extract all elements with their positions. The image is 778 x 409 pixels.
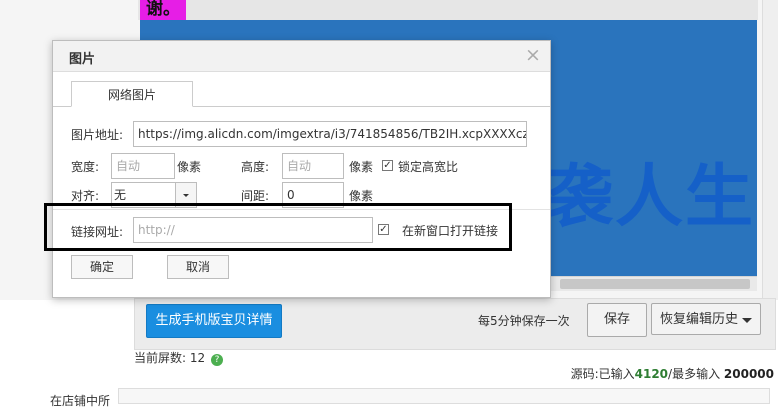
source-max-count: 200000 xyxy=(723,367,774,381)
close-icon[interactable]: × xyxy=(525,44,541,66)
screen-count-text: 当前屏数: 12 xyxy=(134,351,206,365)
align-label: 对齐: xyxy=(71,189,100,203)
source-prefix: 源码:已输入 xyxy=(570,367,635,381)
image-url-label: 图片地址: xyxy=(71,128,124,142)
restore-history-button[interactable]: 恢复编辑历史 xyxy=(651,303,761,335)
save-button[interactable]: 保存 xyxy=(587,303,647,337)
store-section-label: 在店铺中所 xyxy=(50,394,111,408)
autosave-note: 每5分钟保存一次 xyxy=(478,314,570,328)
caret-down-icon xyxy=(742,318,752,323)
height-unit: 像素 xyxy=(349,160,374,174)
source-count: 源码:已输入4120/最多输入 200000 xyxy=(571,365,774,382)
cancel-button[interactable]: 取消 xyxy=(167,255,229,279)
confirm-button[interactable]: 确定 xyxy=(71,255,133,279)
screen-count: 当前屏数: 12 ? xyxy=(134,349,223,366)
spacing-unit: 像素 xyxy=(349,189,374,203)
help-icon[interactable]: ? xyxy=(210,354,223,366)
spacing-label: 间距: xyxy=(241,189,270,203)
restore-history-label: 恢复编辑历史 xyxy=(660,312,739,327)
image-dialog: 图片 × 网络图片 图片地址: https://img.alicdn.com/i… xyxy=(52,40,551,298)
height-label: 高度: xyxy=(241,160,270,174)
tab-network-image[interactable]: 网络图片 xyxy=(71,81,193,107)
source-middle: /最多输入 xyxy=(668,367,724,381)
vertical-scrollbar[interactable] xyxy=(762,0,778,300)
generate-mobile-details-button[interactable]: 生成手机版宝贝详情 xyxy=(146,304,282,338)
height-input[interactable]: 自动 xyxy=(282,153,344,179)
image-url-input[interactable]: https://img.alicdn.com/imgextra/i3/74185… xyxy=(133,121,527,147)
content-strip xyxy=(138,0,758,20)
highlighted-text: 谢。 xyxy=(140,0,186,20)
lock-aspect-checkbox[interactable]: ✓ xyxy=(382,160,393,171)
dialog-title: 图片 xyxy=(69,52,96,67)
source-current-count: 4120 xyxy=(634,367,669,381)
dialog-header xyxy=(53,41,550,72)
width-unit: 像素 xyxy=(177,160,202,174)
width-input[interactable]: 自动 xyxy=(111,153,175,179)
scrollbar-thumb[interactable] xyxy=(560,279,750,289)
highlight-annotation xyxy=(44,203,512,251)
align-value: 无 xyxy=(114,188,127,202)
image-text: 袭人生 xyxy=(544,158,755,237)
width-label: 宽度: xyxy=(71,160,100,174)
lock-aspect-label: 锁定高宽比 xyxy=(398,160,459,174)
